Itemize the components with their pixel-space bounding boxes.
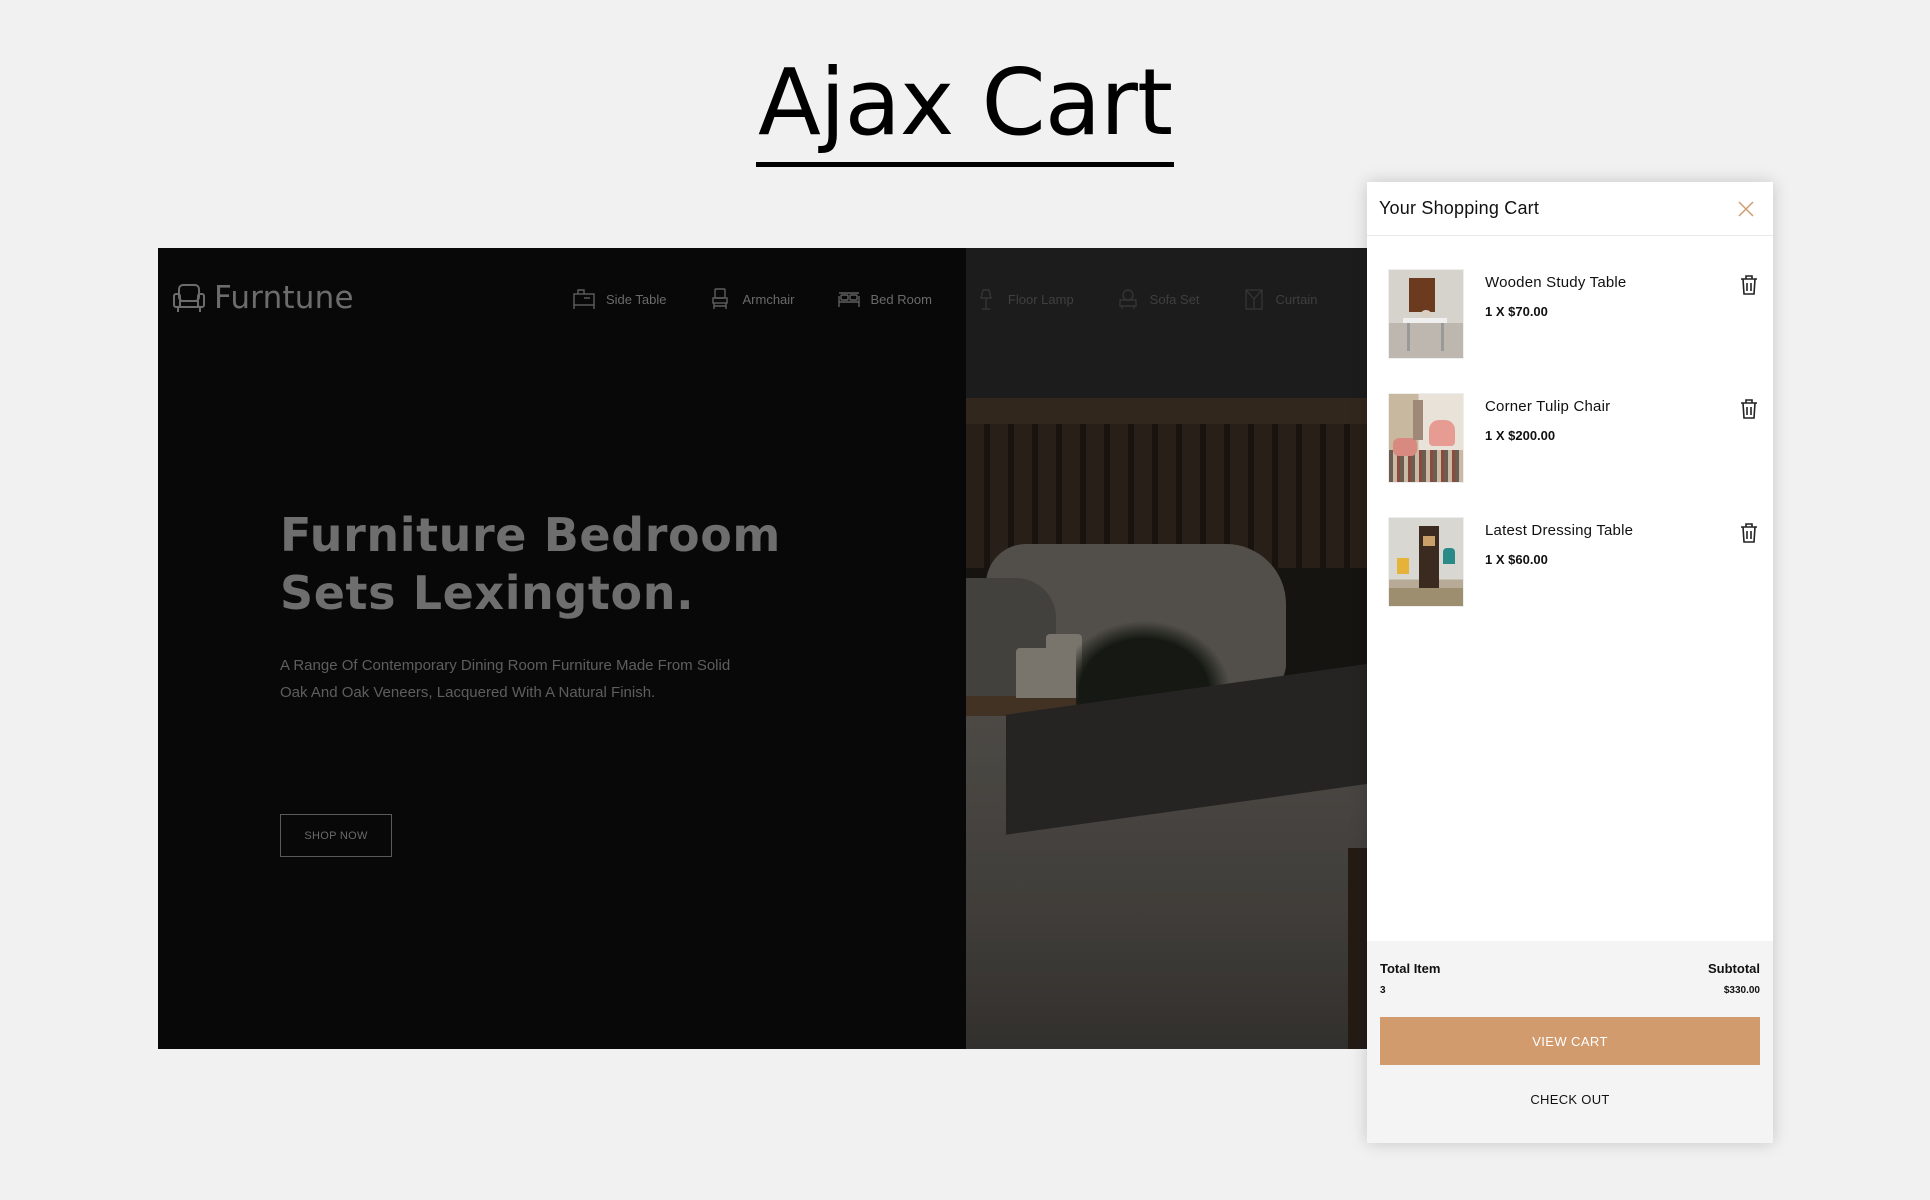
nav-item-label: Curtain — [1275, 291, 1318, 307]
hero-left-panel — [158, 248, 966, 1049]
nav-item-armchair[interactable]: Armchair — [708, 288, 795, 310]
sofa-icon — [1118, 289, 1137, 309]
product-thumbnail[interactable] — [1389, 270, 1463, 358]
hero-title-line: Sets Lexington. — [280, 566, 695, 620]
total-item-label: Total Item — [1380, 961, 1441, 976]
trash-icon[interactable] — [1739, 522, 1759, 544]
store-logo-text: Furntune — [214, 280, 354, 316]
cart-title: Your Shopping Cart — [1379, 198, 1540, 218]
armchair-icon — [712, 288, 729, 309]
item-name[interactable]: Corner Tulip Chair — [1485, 398, 1610, 415]
store-preview: Furntune Side Table Armchair Bed Room Fl… — [158, 248, 1408, 1049]
nav-item-sofa-set[interactable]: Sofa Set — [1116, 288, 1200, 310]
item-info: Corner Tulip Chair 1 X $200.00 — [1485, 394, 1610, 518]
close-icon[interactable] — [1735, 198, 1757, 220]
hero-bedroom-image — [966, 248, 1408, 1049]
page-heading: Ajax Cart — [0, 50, 1930, 167]
nav-item-curtain[interactable]: Curtain — [1242, 288, 1318, 310]
bed-icon — [837, 292, 860, 307]
shop-now-button[interactable]: SHOP NOW — [280, 814, 392, 857]
total-item: Total Item 3 — [1380, 961, 1440, 996]
cart-item: Corner Tulip Chair 1 X $200.00 — [1367, 394, 1773, 518]
hero-title-line: Furniture Bedroom — [280, 508, 781, 562]
page-title: Ajax Cart — [755, 50, 1175, 167]
cart-item: Wooden Study Table 1 X $70.00 — [1367, 270, 1773, 394]
nav-item-bed-room[interactable]: Bed Room — [837, 288, 932, 310]
store-logo[interactable]: Furntune — [172, 280, 354, 316]
item-info: Latest Dressing Table 1 X $60.00 — [1485, 518, 1633, 642]
hero-title: Furniture Bedroom Sets Lexington. — [280, 506, 840, 622]
cart-item: Latest Dressing Table 1 X $60.00 — [1367, 518, 1773, 642]
armchair-icon — [173, 284, 205, 312]
product-thumbnail[interactable] — [1389, 518, 1463, 606]
side-table-icon — [573, 289, 595, 309]
cart-items: Wooden Study Table 1 X $70.00 Corner Tul… — [1367, 236, 1773, 642]
item-name[interactable]: Latest Dressing Table — [1485, 522, 1633, 539]
view-cart-button[interactable]: VIEW CART — [1380, 1017, 1760, 1065]
nav-item-label: Floor Lamp — [1007, 291, 1074, 307]
item-qty-price: 1 X $60.00 — [1485, 552, 1548, 567]
nav-item-side-table[interactable]: Side Table — [572, 288, 666, 310]
trash-icon[interactable] — [1739, 274, 1759, 296]
nav-item-floor-lamp[interactable]: Floor Lamp — [974, 288, 1074, 310]
curtain-icon — [1244, 289, 1263, 310]
subtotal: Subtotal $330.00 — [1708, 961, 1760, 996]
hero-description: A Range Of Contemporary Dining Room Furn… — [280, 657, 731, 701]
nav-item-label: Bed Room — [870, 291, 932, 307]
trash-icon[interactable] — [1739, 398, 1759, 420]
total-item-value: 3 — [1380, 985, 1386, 996]
cart-totals: Total Item 3 Subtotal $330.00 — [1380, 941, 1760, 996]
nav-item-label: Side Table — [606, 291, 667, 307]
nav-item-label: Armchair — [742, 291, 795, 307]
item-info: Wooden Study Table 1 X $70.00 — [1485, 270, 1626, 394]
subtotal-value: $330.00 — [1723, 985, 1760, 996]
cart-header: Your Shopping Cart — [1367, 182, 1773, 236]
checkout-button[interactable]: CHECK OUT — [1380, 1075, 1760, 1123]
item-qty-price: 1 X $200.00 — [1485, 428, 1556, 443]
cart-footer: Total Item 3 Subtotal $330.00 VIEW CART … — [1367, 941, 1773, 1143]
item-qty-price: 1 X $70.00 — [1485, 304, 1548, 319]
item-name[interactable]: Wooden Study Table — [1485, 274, 1626, 291]
subtotal-label: Subtotal — [1708, 961, 1760, 976]
nav-item-label: Sofa Set — [1149, 291, 1200, 307]
floor-lamp-icon — [980, 289, 992, 310]
store-nav: Side Table Armchair Bed Room Floor Lamp … — [572, 288, 1317, 310]
cart-panel: Your Shopping Cart Wooden Study Table 1 … — [1367, 182, 1773, 1143]
product-thumbnail[interactable] — [1389, 394, 1463, 482]
